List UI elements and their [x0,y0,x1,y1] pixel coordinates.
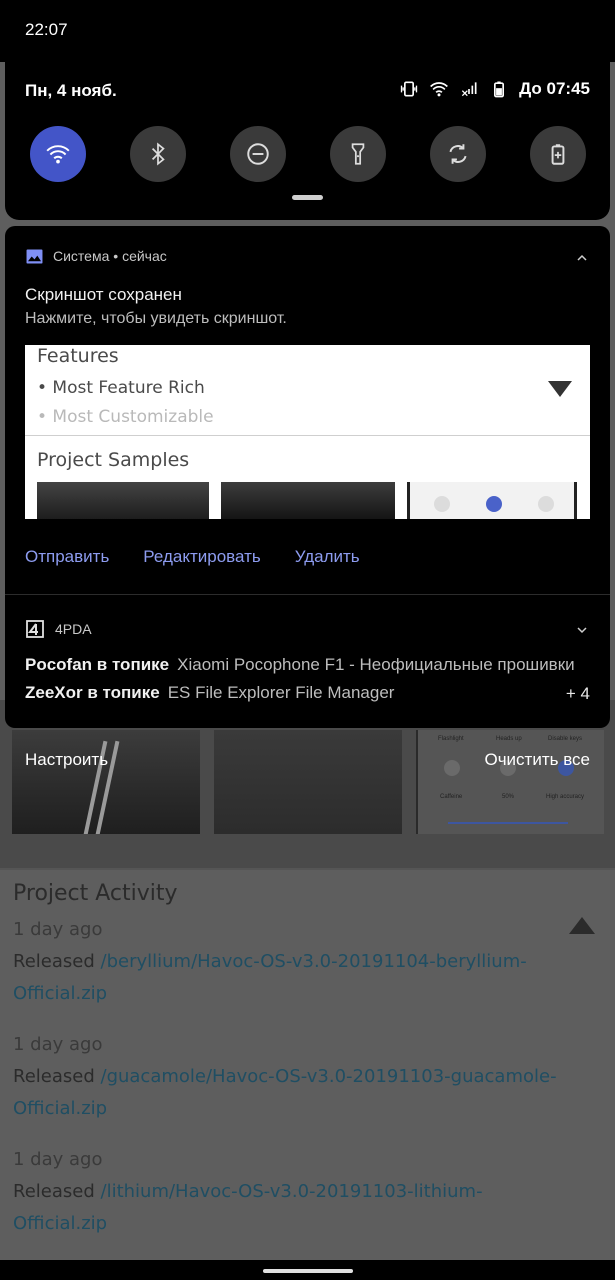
activity-item: 1 day ago Released /beryllium/Havoc-OS-v… [13,914,573,1010]
activity-link[interactable]: /guacamole/Havoc-OS-v3.0-20191103-guacam… [13,1066,557,1119]
sample-thumbnail-quick-settings[interactable]: Flashlight Heads up Disable keys Caffein… [416,730,604,834]
clear-all-button[interactable]: Очистить все [484,750,590,770]
preview-thumbnail [221,482,395,519]
vibrate-icon [400,81,418,97]
thumb-label: Caffeine [440,794,463,800]
thumb-label: 50% [502,794,515,800]
flashlight-icon [351,143,365,165]
preview-dot [538,496,554,512]
tile-flashlight[interactable] [330,126,386,182]
preview-samples-heading: Project Samples [37,449,190,471]
activity-item: 1 day ago Released /guacamole/Havoc-OS-v… [13,1029,573,1125]
activity-item: 1 day ago Released /lithium/Havoc-OS-v3.… [13,1144,573,1240]
notification-title: Скриншот сохранен [25,285,182,304]
preview-features-heading: Features [37,345,119,367]
tile-battery-saver[interactable] [530,126,586,182]
qs-date: Пн, 4 нояб. [25,81,117,100]
qs-tiles [30,126,590,182]
notification-header: Система • сейчас [26,248,167,264]
wifi-icon [46,145,70,164]
status-bar: 22:07 [0,0,615,62]
preview-dot [486,496,502,512]
preview-item: • Most Feature Rich [37,378,205,398]
tile-auto-rotate[interactable] [430,126,486,182]
message-author: ZeeXor в топике [25,683,160,702]
preview-thumbnail [37,482,209,519]
activity-time: 1 day ago [13,919,103,940]
delete-button[interactable]: Удалить [295,547,360,567]
battery-saver-icon [551,144,565,165]
home-gesture-pill[interactable] [263,1269,353,1273]
preview-thumbnail [407,482,577,519]
message-topic: ES File Explorer File Manager [167,683,395,702]
notification-header: 4PDA [26,620,92,638]
qs-status-icons: До 07:45 [399,79,590,99]
sample-thumbnail-road[interactable] [12,730,200,834]
activity-time: 1 day ago [13,1149,103,1170]
notification-app-name: Система • сейчас [53,248,167,264]
message-author: Pocofan в топике [25,655,170,674]
preview-dot [434,496,450,512]
notification-text: Нажмите, чтобы увидеть скриншот. [25,310,287,327]
caret-down-icon [548,381,572,397]
notification-divider [5,594,610,595]
notification-actions: Отправить Редактировать Удалить [25,547,360,567]
notification-app-name: 4PDA [55,621,92,637]
manage-notifications-button[interactable]: Настроить [25,750,108,770]
battery-estimate: До 07:45 [519,79,590,98]
project-activity-title: Project Activity [13,881,178,906]
image-icon [26,248,43,264]
section-divider [0,868,615,870]
thumb-label: High accuracy [546,794,585,800]
notification-stack: Система • сейчас Скриншот сохранен Нажми… [5,226,610,728]
screenshot-preview[interactable]: Features • Most Feature Rich • Most Cust… [25,345,590,519]
activity-released: Released [13,951,95,972]
bluetooth-icon [151,142,165,166]
activity-time: 1 day ago [13,1034,103,1055]
share-button[interactable]: Отправить [25,547,109,567]
thumb-tile [444,760,460,776]
do-not-disturb-icon [247,143,269,165]
no-signal-icon [461,82,477,97]
activity-released: Released [13,1181,95,1202]
message-topic: Xiaomi Pocophone F1 - Неофициальные прош… [177,655,575,674]
tile-bluetooth[interactable] [130,126,186,182]
chevron-up-icon[interactable] [576,252,588,264]
tile-do-not-disturb[interactable] [230,126,286,182]
wifi-signal-icon [430,82,449,97]
thumb-label: Flashlight [438,736,464,742]
thumb-brightness-bar [448,822,568,824]
more-count-badge: + 4 [565,684,590,703]
preview-item: • Most Customizable [37,407,214,427]
tile-wifi[interactable] [30,126,86,182]
battery-icon [494,81,505,98]
chevron-down-icon[interactable] [576,624,588,636]
auto-rotate-icon [449,144,467,164]
sample-thumbnail-fog[interactable] [214,730,402,834]
4pda-icon [26,620,44,638]
qs-drag-handle[interactable] [292,195,323,200]
activity-released: Released [13,1066,95,1087]
preview-divider [25,435,590,436]
notification-message[interactable]: ZeeXor в топике ES File Explorer File Man… [25,683,394,703]
thumb-label: Heads up [496,736,522,742]
quick-settings-panel: Пн, 4 нояб. До 07:45 [5,62,610,220]
thumb-label: Disable keys [548,736,583,742]
notification-message[interactable]: Pocofan в топике Xiaomi Pocophone F1 - Не… [25,655,575,675]
edit-button[interactable]: Редактировать [143,547,260,567]
status-clock: 22:07 [25,20,68,39]
